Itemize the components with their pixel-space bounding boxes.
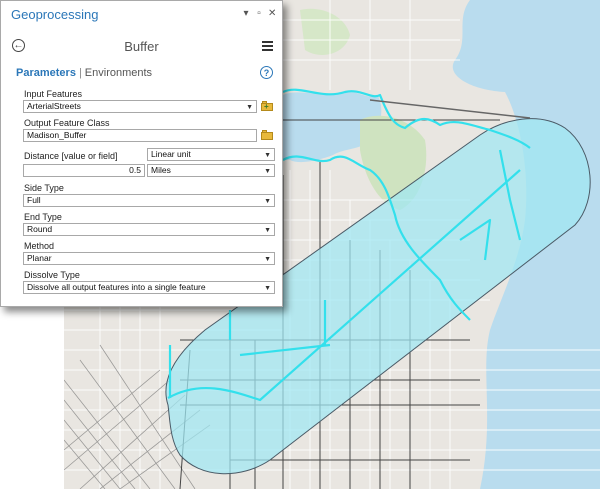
chevron-down-icon: ▼ — [264, 227, 271, 234]
tool-name: Buffer — [124, 39, 159, 54]
output-feature-class-label: Output Feature Class — [24, 118, 110, 128]
chevron-down-icon: ▼ — [264, 256, 271, 263]
tab-environments[interactable]: Environments — [85, 67, 152, 79]
pin-icon[interactable]: ▾ — [242, 9, 250, 19]
close-icon[interactable]: ✕ — [268, 9, 276, 19]
help-icon[interactable]: ? — [260, 66, 273, 79]
method-label: Method — [24, 241, 55, 251]
pane-titlebar: Geoprocessing ▾ ▫ ✕ — [1, 1, 282, 29]
pane-title: Geoprocessing — [11, 7, 99, 22]
end-type-value: Round — [27, 224, 53, 234]
input-features-select[interactable]: ArterialStreets ▼ — [23, 100, 257, 113]
input-features-value: ArterialStreets — [27, 101, 81, 111]
restore-icon[interactable]: ▫ — [255, 9, 263, 19]
distance-label: Distance [value or field] — [24, 151, 118, 161]
chevron-down-icon: ▼ — [264, 168, 271, 175]
side-type-label: Side Type — [24, 183, 64, 193]
input-features-label: Input Features — [24, 89, 83, 99]
dissolve-type-label: Dissolve Type — [24, 270, 80, 280]
dissolve-type-select[interactable]: Dissolve all output features into a sing… — [23, 281, 275, 294]
dissolve-type-value: Dissolve all output features into a sing… — [27, 282, 206, 292]
distance-value-input[interactable]: 0.5 — [23, 164, 145, 177]
tab-parameters[interactable]: Parameters — [16, 67, 76, 79]
end-type-select[interactable]: Round ▼ — [23, 223, 275, 236]
tool-header: ← Buffer — [1, 37, 282, 61]
method-select[interactable]: Planar ▼ — [23, 252, 275, 265]
chevron-down-icon: ▼ — [264, 198, 271, 205]
output-feature-class-input[interactable]: Madison_Buffer — [23, 129, 257, 142]
distance-unit-select[interactable]: Miles ▼ — [147, 164, 275, 177]
geoprocessing-pane: Geoprocessing ▾ ▫ ✕ ← Buffer Parameters |… — [0, 0, 283, 307]
chevron-down-icon: ▼ — [264, 285, 271, 292]
distance-type-select[interactable]: Linear unit ▼ — [147, 148, 275, 161]
window-controls: ▾ ▫ ✕ — [242, 9, 276, 19]
end-type-label: End Type — [24, 212, 62, 222]
distance-type-value: Linear unit — [151, 149, 191, 159]
chevron-down-icon: ▼ — [246, 104, 253, 111]
side-type-select[interactable]: Full ▼ — [23, 194, 275, 207]
distance-unit-value: Miles — [151, 165, 171, 175]
hamburger-menu-icon[interactable] — [262, 41, 273, 51]
tab-separator: | — [78, 67, 82, 79]
side-type-value: Full — [27, 195, 41, 205]
distance-value: 0.5 — [129, 165, 141, 175]
tab-bar: Parameters | Environments — [16, 67, 152, 79]
save-folder-icon[interactable] — [261, 130, 273, 140]
chevron-down-icon: ▼ — [264, 152, 271, 159]
method-value: Planar — [27, 253, 52, 263]
output-feature-class-value: Madison_Buffer — [27, 130, 87, 140]
browse-folder-icon[interactable]: + — [261, 101, 273, 111]
